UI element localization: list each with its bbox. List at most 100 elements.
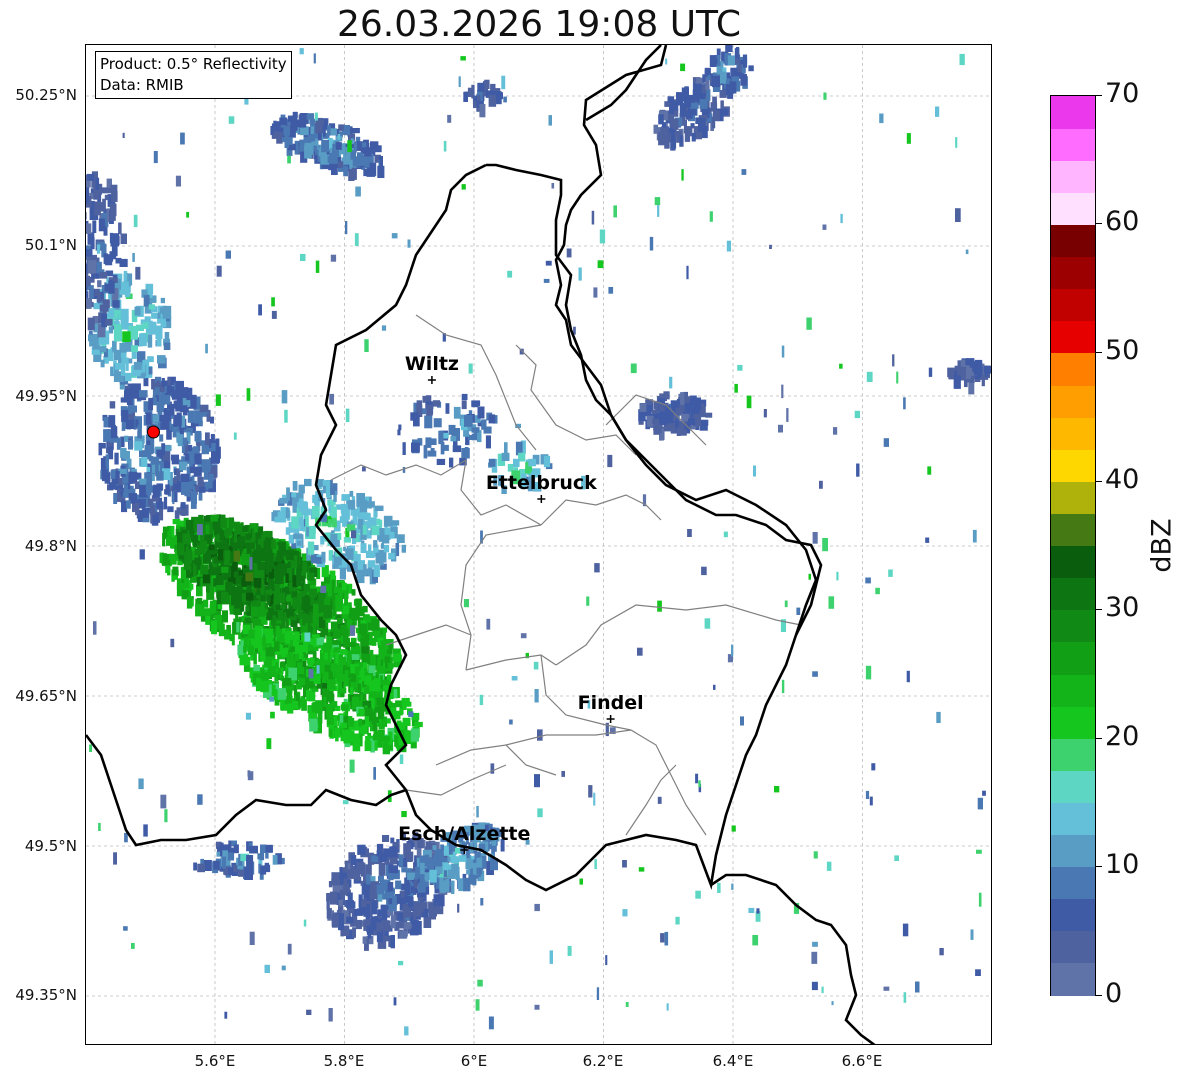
radar-echo	[653, 124, 659, 134]
radar-echo	[345, 221, 348, 235]
radar-echo	[349, 490, 354, 497]
radar-echo	[323, 605, 333, 619]
radar-echo	[87, 317, 95, 331]
radar-echo	[194, 410, 203, 424]
radar-echo	[161, 443, 166, 456]
radar-echo	[679, 405, 685, 412]
radar-echo	[315, 120, 324, 134]
radar-echo	[686, 265, 689, 280]
radar-echo	[123, 270, 128, 281]
colorbar	[1050, 95, 1096, 996]
radar-echo	[90, 285, 94, 299]
colorbar-tick	[1096, 223, 1102, 225]
radar-echo	[124, 390, 130, 403]
radar-echo	[120, 308, 129, 321]
radar-echo	[567, 945, 572, 956]
radar-echo	[461, 184, 466, 190]
radar-echo	[480, 898, 484, 906]
radar-echo	[256, 551, 261, 563]
radar-echo	[422, 396, 427, 403]
radar-echo	[464, 414, 473, 427]
radar-echo	[276, 550, 284, 561]
radar-echo	[955, 208, 961, 222]
radar-echo	[110, 184, 118, 193]
radar-echo	[637, 647, 643, 656]
radar-echo	[210, 514, 219, 522]
radar-echo	[177, 543, 185, 556]
radar-echo	[390, 935, 395, 949]
radar-echo	[203, 860, 212, 871]
radar-echo	[883, 438, 889, 447]
radar-echo	[176, 469, 181, 481]
colorbar-tick-label: 50	[1105, 335, 1140, 366]
radar-echo	[258, 304, 262, 316]
radar-echo	[314, 112, 318, 121]
radar-echo	[326, 703, 334, 717]
colorbar-segment	[1051, 609, 1095, 643]
radar-echo	[973, 361, 982, 369]
radar-echo	[160, 794, 167, 809]
radar-echo	[416, 920, 422, 935]
radar-echo	[366, 501, 375, 508]
radar-echo	[368, 691, 378, 698]
product-label: Product: 0.5° Reflectivity	[100, 55, 287, 73]
radar-echo	[306, 689, 310, 702]
radar-echo	[280, 698, 285, 710]
radar-echo	[307, 134, 316, 142]
radar-echo	[344, 729, 350, 739]
radar-echo	[466, 869, 471, 875]
radar-echo	[355, 598, 362, 609]
radar-echo	[291, 543, 297, 549]
radar-echo	[309, 588, 317, 598]
radar-echo	[277, 631, 281, 640]
radar-echo	[414, 721, 423, 728]
radar-echo	[167, 377, 171, 386]
colorbar-segment	[1051, 866, 1095, 900]
radar-echo	[277, 667, 282, 673]
radar-echo	[275, 604, 279, 610]
radar-echo	[211, 620, 218, 635]
radar-echo	[748, 65, 754, 72]
radar-echo	[234, 523, 241, 535]
radar-echo	[840, 213, 843, 224]
radar-echo	[407, 239, 411, 248]
radar-echo	[737, 364, 743, 371]
radar-echo	[781, 384, 784, 399]
radar-echo	[132, 253, 135, 262]
map-title: 26.03.2026 19:08 UTC	[336, 4, 742, 45]
radar-echo	[391, 233, 398, 239]
radar-echo	[284, 704, 289, 711]
radar-echo	[311, 703, 320, 713]
radar-echo	[374, 505, 384, 511]
radar-echo	[330, 128, 337, 136]
colorbar-tick	[1096, 609, 1102, 611]
radar-echo	[337, 134, 341, 140]
radar-echo	[543, 278, 550, 283]
radar-echo	[124, 372, 132, 382]
colorbar-segment	[1051, 384, 1095, 418]
radar-echo	[709, 55, 717, 67]
radar-echo	[593, 287, 598, 298]
radar-echo	[306, 1009, 312, 1015]
radar-map[interactable]: Wiltz Ettelbruck Findel Esch/Alzette	[85, 44, 992, 1045]
radar-echo	[706, 89, 711, 101]
radar-echo	[308, 668, 314, 679]
radar-echo	[453, 406, 461, 419]
radar-echo	[304, 632, 311, 642]
radar-echo	[121, 410, 129, 422]
radar-echo	[476, 805, 479, 818]
radar-echo	[420, 862, 425, 874]
radar-echo	[287, 155, 291, 164]
radar-echo	[488, 458, 496, 467]
radar-echo	[373, 767, 376, 780]
radar-echo	[438, 430, 444, 445]
radar-echo	[396, 710, 401, 720]
radar-echo	[488, 414, 496, 424]
radar-echo	[337, 161, 344, 168]
radar-echo	[128, 439, 134, 448]
radar-echo	[329, 891, 338, 905]
city-label: Ettelbruck	[486, 472, 597, 494]
radar-echo	[386, 899, 389, 906]
radar-echo	[142, 360, 146, 373]
radar-echo	[826, 861, 832, 871]
